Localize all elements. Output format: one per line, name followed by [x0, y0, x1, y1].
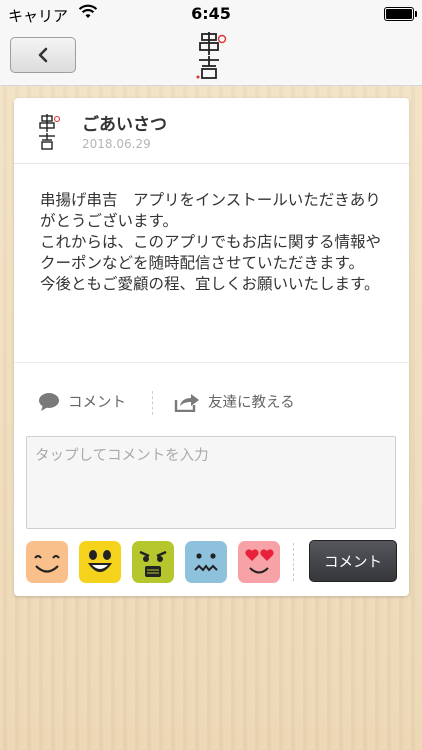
angry-stamp[interactable] [132, 541, 174, 583]
action-divider [152, 391, 153, 415]
post-body: 串揚げ串吉 アプリをインストールいただきありがとうございます。 これからは、この… [40, 191, 382, 293]
action-bar: コメント 友達に教える [14, 362, 409, 438]
comment-input[interactable] [26, 436, 396, 529]
smile-stamp[interactable] [26, 541, 68, 583]
share-arrow-icon [174, 393, 199, 412]
navigation-bar [0, 28, 422, 86]
post-date: 2018.06.29 [82, 137, 151, 151]
post-title: ごあいさつ [82, 115, 167, 135]
comment-action[interactable]: コメント [38, 391, 126, 412]
stamp-row: コメント [26, 540, 397, 583]
post-header: ごあいさつ 2018.06.29 [14, 98, 409, 164]
comment-submit-button[interactable]: コメント [309, 540, 397, 582]
love-stamp[interactable] [238, 541, 280, 583]
kushikichi-logo [196, 32, 227, 79]
back-button[interactable] [10, 37, 76, 73]
author-logo [39, 114, 60, 150]
post-card: ごあいさつ 2018.06.29 串揚げ串吉 アプリをインストールいただきありが… [14, 98, 409, 596]
battery-fill [386, 9, 412, 19]
clock: 6:45 [191, 4, 231, 23]
stamp-divider [293, 543, 294, 581]
share-action-label: 友達に教える [208, 395, 295, 411]
comment-action-label: コメント [68, 395, 126, 411]
share-action[interactable]: 友達に教える [174, 391, 295, 412]
chevron-left-icon [38, 47, 48, 63]
laugh-stamp[interactable] [79, 541, 121, 583]
battery-icon [384, 7, 417, 21]
sad-stamp[interactable] [185, 541, 227, 583]
speech-bubble-icon [39, 392, 59, 411]
status-bar: キャリア 6:45 [0, 0, 422, 28]
